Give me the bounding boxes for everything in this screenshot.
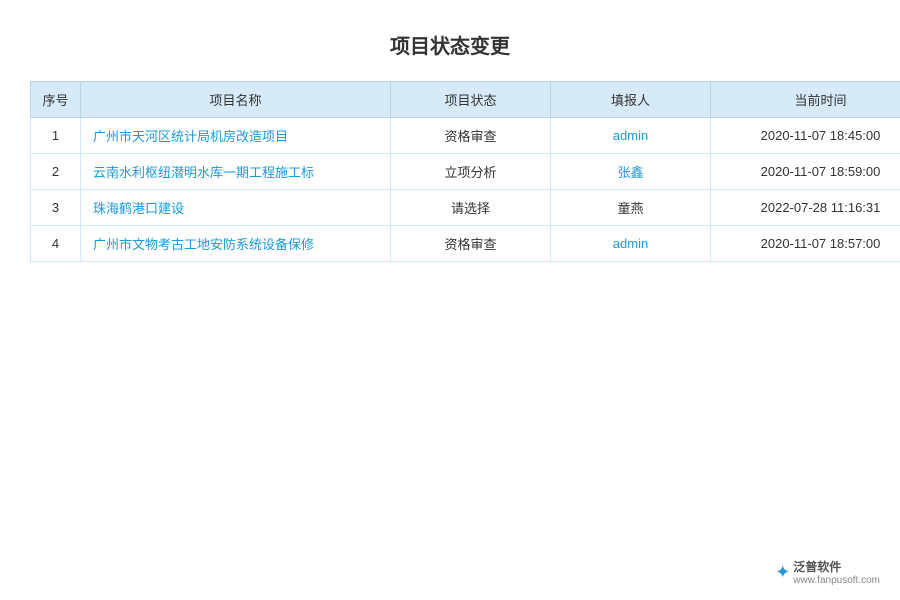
watermark-company: 泛普软件 (793, 558, 841, 575)
project-name-link[interactable]: 珠海鹤港口建设 (93, 201, 184, 216)
brand-icon: ✦ (775, 562, 790, 583)
cell-reporter[interactable]: admin (551, 118, 711, 154)
cell-project-name[interactable]: 广州市文物考古工地安防系统设备保修 (81, 226, 391, 262)
cell-time: 2020-11-07 18:45:00 (711, 118, 900, 154)
cell-time: 2020-11-07 18:57:00 (711, 226, 900, 262)
table-row: 4 广州市文物考古工地安防系统设备保修 资格审查 admin 2020-11-07 18… (31, 226, 900, 262)
reporter-link[interactable]: 张鑫 (617, 165, 643, 180)
cell-reporter: 童燕 (551, 190, 711, 226)
table-row: 3 珠海鹤港口建设 请选择童燕2022-07-28 11:16:31 (31, 190, 900, 226)
cell-status: 请选择 (391, 190, 551, 226)
header-seq: 序号 (31, 82, 81, 118)
reporter-link[interactable]: admin (613, 128, 648, 143)
reporter-link[interactable]: admin (613, 236, 648, 251)
project-name-link[interactable]: 广州市天河区统计局机房改造项目 (93, 129, 288, 144)
cell-seq: 4 (31, 226, 81, 262)
watermark-logo: ✦ 泛普软件 www.fanpusoft.com (775, 558, 880, 586)
table-header: 序号 项目名称 项目状态 填报人 当前时间 (31, 82, 900, 118)
cell-reporter[interactable]: 张鑫 (551, 154, 711, 190)
header-name: 项目名称 (81, 82, 391, 118)
table-row: 2 云南水利枢纽潜明水库一期工程施工标 立项分析 张鑫 2020-11-07 18:59… (31, 154, 900, 190)
cell-seq: 3 (31, 190, 81, 226)
header-row: 序号 项目名称 项目状态 填报人 当前时间 (31, 82, 900, 118)
project-name-link[interactable]: 云南水利枢纽潜明水库一期工程施工标 (93, 165, 314, 180)
cell-project-name[interactable]: 云南水利枢纽潜明水库一期工程施工标 (81, 154, 391, 190)
header-status: 项目状态 (391, 82, 551, 118)
table-row: 1 广州市天河区统计局机房改造项目 资格审查 admin 2020-11-07 18:4… (31, 118, 900, 154)
page-container: 项目状态变更 序号 项目名称 项目状态 填报人 当前时间 1 广州市天河区统计局机… (0, 0, 900, 600)
cell-time: 2020-11-07 18:59:00 (711, 154, 900, 190)
project-name-link[interactable]: 广州市文物考古工地安防系统设备保修 (93, 237, 314, 252)
cell-seq: 2 (31, 154, 81, 190)
cell-status: 立项分析 (391, 154, 551, 190)
cell-time: 2022-07-28 11:16:31 (711, 190, 900, 226)
header-reporter: 填报人 (551, 82, 711, 118)
table-body: 1广州市天河区统计局机房改造项目资格审查admin2020-11-07 18:4… (31, 118, 900, 262)
cell-reporter[interactable]: admin (551, 226, 711, 262)
project-table: 序号 项目名称 项目状态 填报人 当前时间 1广州市天河区统计局机房改造项目资格… (30, 81, 900, 262)
watermark-text-block: 泛普软件 www.fanpusoft.com (793, 558, 880, 586)
watermark: ✦ 泛普软件 www.fanpusoft.com (775, 558, 880, 586)
page-title: 项目状态变更 (30, 20, 870, 65)
cell-project-name[interactable]: 广州市天河区统计局机房改造项目 (81, 118, 391, 154)
header-time: 当前时间 (711, 82, 900, 118)
watermark-url: www.fanpusoft.com (793, 575, 880, 586)
cell-status: 资格审查 (391, 226, 551, 262)
cell-seq: 1 (31, 118, 81, 154)
cell-status: 资格审查 (391, 118, 551, 154)
cell-project-name[interactable]: 珠海鹤港口建设 (81, 190, 391, 226)
